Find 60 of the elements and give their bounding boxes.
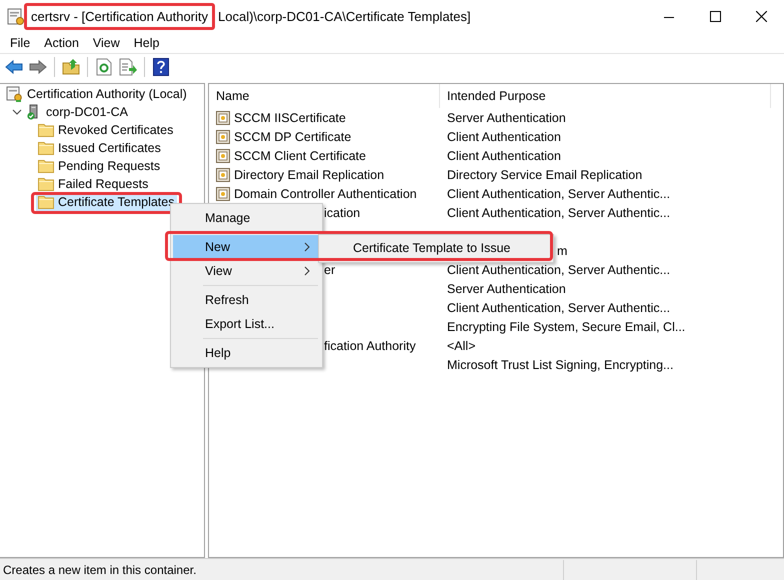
menu-item[interactable]: Refresh <box>173 288 320 312</box>
export-list-button[interactable] <box>117 56 139 78</box>
table-cell: Client Authentication <box>447 148 561 162</box>
table-cell: Client Authentication, Server Authentic... <box>447 186 670 200</box>
column-header[interactable]: Intended Purpose <box>440 84 771 108</box>
status-text: Creates a new item in this container. <box>3 562 196 576</box>
table-cell[interactable]: Domain Controller Authentication <box>234 186 417 200</box>
window-title: certsrv - [Certification Authority <box>24 2 215 30</box>
menu-item[interactable]: Export List... <box>173 312 320 336</box>
tree-item[interactable]: Issued Certificates <box>36 139 163 157</box>
console-icon <box>6 86 23 102</box>
table-cell: Encrypting File System, Secure Email, Cl... <box>447 320 686 334</box>
table-cell: Microsoft Trust List Signing, Encrypting... <box>447 358 674 372</box>
certificate-template-icon <box>216 148 230 162</box>
certificate-template-icon <box>216 168 230 182</box>
tree-item[interactable]: Failed Requests <box>36 175 150 193</box>
table-cell: Client Authentication, Server Authentic... <box>447 300 670 314</box>
menu-item[interactable]: New <box>173 235 320 259</box>
table-cell[interactable]: ication <box>324 206 360 220</box>
maximize-icon[interactable] <box>710 11 720 22</box>
chevron-icon <box>304 242 310 252</box>
close-icon[interactable] <box>756 11 766 22</box>
tree-item[interactable]: Revoked Certificates <box>36 121 176 139</box>
folder-icon <box>38 177 54 191</box>
tree-item[interactable]: Certification Authority (Local) <box>4 85 189 103</box>
table-cell: Server Authentication <box>447 110 566 124</box>
folder-icon <box>38 195 54 209</box>
table-cell: Client Authentication, Server Authentic... <box>447 262 670 276</box>
certificate-template-icon <box>216 186 230 200</box>
window-title: Local)\corp-DC01-CA\Certificate Templates] <box>218 8 471 24</box>
console-icon <box>7 8 25 26</box>
folder-icon <box>38 123 54 137</box>
table-cell: Client Authentication <box>447 130 561 144</box>
table-cell[interactable]: Directory Email Replication <box>234 168 384 182</box>
help-icon[interactable] <box>150 56 172 78</box>
menu-item[interactable]: View <box>86 34 127 52</box>
table-cell: Server Authentication <box>447 282 566 296</box>
table-cell[interactable]: er <box>324 262 336 276</box>
tree-item[interactable]: corp-DC01-CA <box>24 103 130 121</box>
menu-item[interactable]: File <box>3 34 38 52</box>
chevron-icon[interactable] <box>12 107 22 117</box>
folder-icon <box>38 141 54 155</box>
menu-item[interactable]: Help <box>173 341 320 365</box>
table-cell: Directory Service Email Replication <box>447 168 642 182</box>
table-cell: Client Authentication, Server Authentic... <box>447 206 670 220</box>
menu-item[interactable]: Help <box>126 34 166 52</box>
certificate-template-icon <box>216 110 230 124</box>
column-header[interactable]: Name <box>209 84 440 108</box>
menu-item[interactable]: View <box>173 259 320 283</box>
table-cell[interactable]: SCCM IISCertificate <box>234 110 346 124</box>
table-cell: m <box>557 244 568 258</box>
table-cell[interactable]: SCCM DP Certificate <box>234 130 352 144</box>
folder-icon <box>38 159 54 173</box>
chevron-icon <box>304 266 310 276</box>
table-cell[interactable]: SCCM Client Certificate <box>234 148 366 162</box>
table-cell[interactable]: fication Authority <box>324 338 416 352</box>
certificate-template-icon <box>216 130 230 144</box>
tree-item[interactable]: Pending Requests <box>36 157 162 175</box>
table-cell: <All> <box>447 338 476 352</box>
menu-item[interactable]: Action <box>37 34 86 52</box>
